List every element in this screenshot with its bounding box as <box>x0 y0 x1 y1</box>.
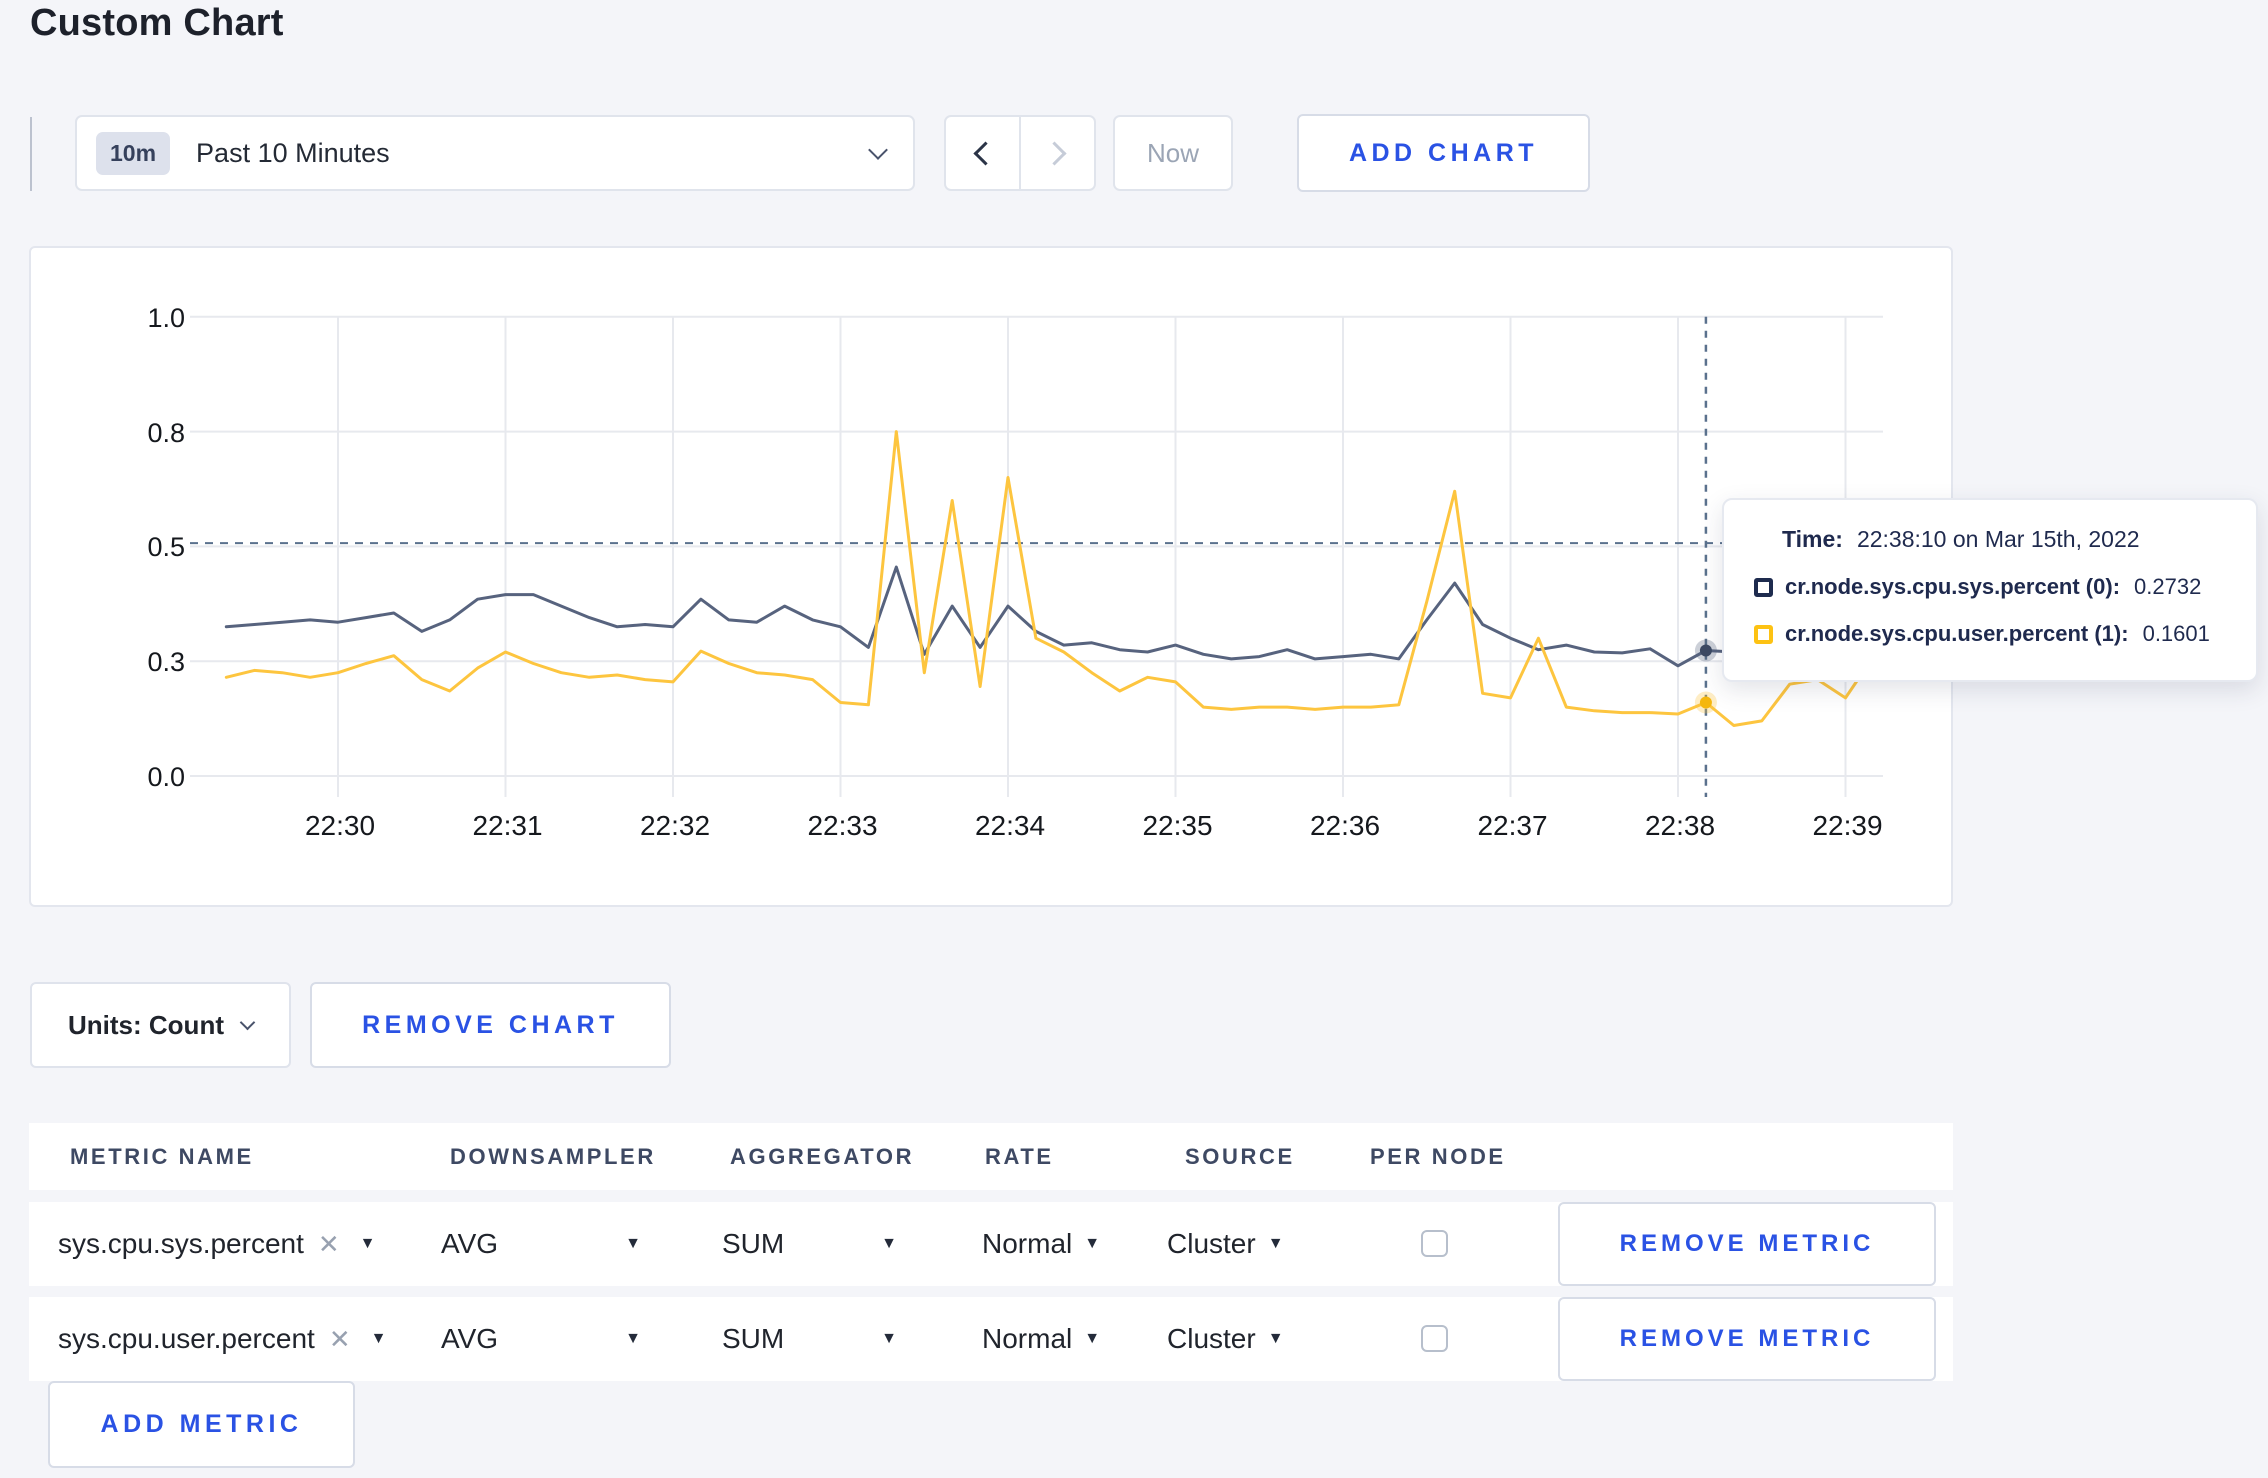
units-dropdown[interactable]: Units: Count <box>30 982 291 1068</box>
rate-select[interactable]: Normal ▼ <box>982 1202 1100 1286</box>
x-tick-label: 22:31 <box>472 810 543 841</box>
y-tick-label: 0.5 <box>147 532 185 563</box>
col-downsampler: DOWNSAMPLER <box>450 1143 656 1169</box>
caret-down-icon: ▼ <box>1267 1330 1284 1347</box>
tooltip-series-row: cr.node.sys.cpu.user.percent (1): 0.1601 <box>1754 621 2226 647</box>
time-range-label: Past 10 Minutes <box>196 137 390 168</box>
metrics-table-header: METRIC NAME DOWNSAMPLER AGGREGATOR RATE … <box>29 1123 1953 1190</box>
rate-value: Normal <box>982 1323 1073 1354</box>
caret-down-icon: ▼ <box>359 1235 376 1252</box>
user-series-swatch-icon <box>1754 624 1773 644</box>
clear-metric-x-icon[interactable]: ✕ <box>318 1229 340 1260</box>
col-aggregator: AGGREGATOR <box>730 1143 915 1169</box>
caret-down-icon: ▼ <box>625 1330 641 1347</box>
y-tick-label: 1.0 <box>147 302 185 333</box>
caret-down-icon: ▼ <box>1084 1235 1101 1252</box>
source-select[interactable]: Cluster ▼ <box>1167 1297 1284 1381</box>
next-time-button[interactable] <box>1019 117 1094 189</box>
x-tick-label: 22:33 <box>807 810 878 841</box>
tooltip-series-row: cr.node.sys.cpu.sys.percent (0): 0.2732 <box>1754 574 2226 600</box>
tooltip-sys-label: cr.node.sys.cpu.sys.percent (0): <box>1785 574 2121 599</box>
caret-down-icon: ▼ <box>1267 1235 1284 1252</box>
y-tick-label: 0.0 <box>147 762 185 792</box>
chart-plot-area[interactable] <box>29 246 1953 907</box>
hover-point-marker <box>1699 644 1712 657</box>
col-source: SOURCE <box>1185 1143 1295 1169</box>
time-range-dropdown[interactable]: 10m Past 10 Minutes <box>75 115 915 191</box>
metric-name-value: sys.cpu.user.percent <box>58 1323 315 1354</box>
x-tick-label: 22:36 <box>1309 810 1381 841</box>
prev-time-button[interactable] <box>946 117 1019 189</box>
series-line-1 <box>224 430 1875 727</box>
downsampler-select[interactable]: AVG ▼ <box>441 1297 641 1381</box>
clear-metric-x-icon[interactable]: ✕ <box>329 1324 351 1355</box>
x-tick-label: 22:32 <box>639 810 711 841</box>
x-tick-label: 22:38 <box>1644 810 1716 841</box>
downsampler-value: AVG <box>441 1228 499 1259</box>
metric-row: sys.cpu.sys.percent ✕ ▼ AVG ▼ SUM ▼ Normal… <box>29 1202 1953 1286</box>
chart-tooltip: Time: 22:38:10 on Mar 15th, 2022 cr.node… <box>1722 498 2258 682</box>
col-rate: RATE <box>985 1143 1054 1169</box>
time-step-group <box>944 115 1096 191</box>
metric-name-select[interactable]: sys.cpu.sys.percent ✕ ▼ <box>58 1202 376 1286</box>
aggregator-value: SUM <box>722 1228 785 1259</box>
page-title: Custom Chart <box>30 2 284 44</box>
toolbar-left-divider <box>30 117 32 191</box>
units-label: Units: Count <box>68 1009 224 1040</box>
tooltip-time-value: 22:38:10 on Mar 15th, 2022 <box>1856 526 2140 552</box>
x-tick-label: 22:30 <box>304 810 376 841</box>
col-metric-name: METRIC NAME <box>70 1143 254 1169</box>
add-metric-button[interactable]: ADD METRIC <box>48 1381 355 1468</box>
aggregator-select[interactable]: SUM ▼ <box>722 1297 897 1381</box>
tooltip-sys-value: 0.2732 <box>2134 574 2202 599</box>
y-tick-label: 0.3 <box>147 647 185 678</box>
col-per-node: PER NODE <box>1370 1143 1506 1169</box>
tooltip-user-value: 0.1601 <box>2142 621 2210 646</box>
chart-card: 1.0 0.8 0.5 0.3 0.0 22:30 22:31 22:32 22:33 22:3… <box>29 246 1953 907</box>
sys-series-swatch-icon <box>1754 577 1773 597</box>
per-node-checkbox[interactable] <box>1421 1230 1448 1257</box>
caret-down-icon: ▼ <box>625 1235 641 1252</box>
caret-down-icon: ▼ <box>370 1330 387 1347</box>
add-chart-button[interactable]: ADD CHART <box>1297 114 1590 192</box>
remove-metric-button[interactable]: REMOVE METRIC <box>1558 1297 1936 1381</box>
y-tick-label: 0.8 <box>147 417 185 448</box>
x-tick-label: 22:35 <box>1142 810 1213 841</box>
time-range-badge: 10m <box>96 131 171 175</box>
chevron-left-icon <box>973 140 998 166</box>
metric-name-select[interactable]: sys.cpu.user.percent ✕ ▼ <box>58 1297 386 1381</box>
rate-value: Normal <box>982 1228 1073 1259</box>
tooltip-time-label: Time: <box>1782 526 1843 552</box>
source-value: Cluster <box>1167 1228 1256 1259</box>
tooltip-user-label: cr.node.sys.cpu.user.percent (1): <box>1785 621 2129 646</box>
chevron-down-icon <box>239 1014 256 1031</box>
chevron-right-icon <box>1042 140 1067 166</box>
downsampler-value: AVG <box>441 1323 499 1354</box>
aggregator-select[interactable]: SUM ▼ <box>722 1202 897 1286</box>
now-button[interactable]: Now <box>1113 115 1233 191</box>
source-select[interactable]: Cluster ▼ <box>1167 1202 1284 1286</box>
source-value: Cluster <box>1167 1323 1256 1354</box>
series-line-0 <box>224 565 1875 668</box>
remove-metric-button[interactable]: REMOVE METRIC <box>1558 1202 1936 1286</box>
hover-point-marker <box>1699 696 1712 709</box>
downsampler-select[interactable]: AVG ▼ <box>441 1202 641 1286</box>
x-tick-label: 22:37 <box>1477 810 1548 841</box>
per-node-checkbox[interactable] <box>1421 1325 1448 1352</box>
metric-name-value: sys.cpu.sys.percent <box>58 1228 304 1259</box>
x-tick-label: 22:39 <box>1812 810 1883 841</box>
caret-down-icon: ▼ <box>881 1330 897 1347</box>
rate-select[interactable]: Normal ▼ <box>982 1297 1100 1381</box>
x-tick-label: 22:34 <box>974 810 1046 841</box>
chevron-down-icon <box>868 139 888 160</box>
metric-row: sys.cpu.user.percent ✕ ▼ AVG ▼ SUM ▼ Norma… <box>29 1297 1953 1381</box>
tooltip-time-row: Time: 22:38:10 on Mar 15th, 2022 <box>1754 526 2226 553</box>
caret-down-icon: ▼ <box>1084 1330 1101 1347</box>
remove-chart-button[interactable]: REMOVE CHART <box>310 982 671 1068</box>
caret-down-icon: ▼ <box>881 1235 897 1252</box>
aggregator-value: SUM <box>722 1323 785 1354</box>
custom-chart-page: Custom Chart 10m Past 10 Minutes Now ADD… <box>0 0 2268 1478</box>
